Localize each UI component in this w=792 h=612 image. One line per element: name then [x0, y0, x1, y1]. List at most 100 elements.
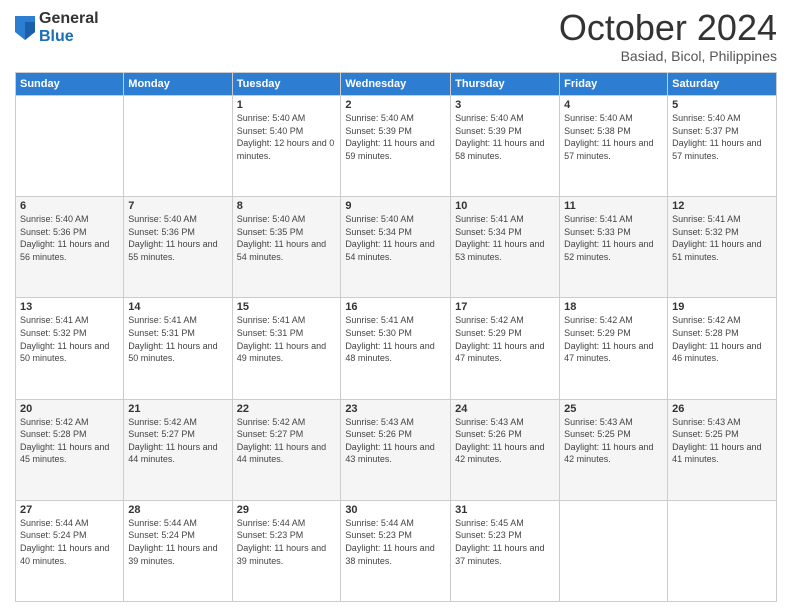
calendar-cell: 17 Sunrise: 5:42 AM Sunset: 5:29 PM Dayl… [451, 298, 560, 399]
day-info: Sunrise: 5:42 AM Sunset: 5:27 PM Dayligh… [237, 416, 337, 466]
sunset-text: Sunset: 5:39 PM [455, 126, 522, 136]
calendar-cell: 23 Sunrise: 5:43 AM Sunset: 5:26 PM Dayl… [341, 399, 451, 500]
sunrise-text: Sunrise: 5:43 AM [455, 417, 524, 427]
day-info: Sunrise: 5:45 AM Sunset: 5:23 PM Dayligh… [455, 517, 555, 567]
sunset-text: Sunset: 5:27 PM [128, 429, 195, 439]
daylight-text: Daylight: 11 hours and 56 minutes. [20, 239, 109, 262]
calendar-cell [124, 96, 232, 197]
day-info: Sunrise: 5:40 AM Sunset: 5:34 PM Dayligh… [345, 213, 446, 263]
month-title: October 2024 [559, 10, 777, 46]
day-info: Sunrise: 5:41 AM Sunset: 5:34 PM Dayligh… [455, 213, 555, 263]
day-info: Sunrise: 5:40 AM Sunset: 5:40 PM Dayligh… [237, 112, 337, 162]
day-info: Sunrise: 5:40 AM Sunset: 5:36 PM Dayligh… [128, 213, 227, 263]
day-number: 18 [564, 301, 663, 313]
sunrise-text: Sunrise: 5:41 AM [20, 315, 89, 325]
day-info: Sunrise: 5:42 AM Sunset: 5:29 PM Dayligh… [455, 314, 555, 364]
sunset-text: Sunset: 5:28 PM [20, 429, 87, 439]
daylight-text: Daylight: 11 hours and 38 minutes. [345, 543, 434, 566]
day-number: 10 [455, 200, 555, 212]
calendar-cell: 6 Sunrise: 5:40 AM Sunset: 5:36 PM Dayli… [16, 197, 124, 298]
calendar-cell: 13 Sunrise: 5:41 AM Sunset: 5:32 PM Dayl… [16, 298, 124, 399]
day-number: 19 [672, 301, 772, 313]
daylight-text: Daylight: 11 hours and 41 minutes. [672, 442, 761, 465]
day-number: 14 [128, 301, 227, 313]
sunrise-text: Sunrise: 5:43 AM [564, 417, 633, 427]
calendar-week-2: 6 Sunrise: 5:40 AM Sunset: 5:36 PM Dayli… [16, 197, 777, 298]
calendar-cell [668, 500, 777, 601]
day-info: Sunrise: 5:43 AM Sunset: 5:25 PM Dayligh… [672, 416, 772, 466]
sunrise-text: Sunrise: 5:41 AM [128, 315, 197, 325]
day-number: 26 [672, 403, 772, 415]
day-number: 6 [20, 200, 119, 212]
day-info: Sunrise: 5:42 AM Sunset: 5:28 PM Dayligh… [20, 416, 119, 466]
day-info: Sunrise: 5:40 AM Sunset: 5:35 PM Dayligh… [237, 213, 337, 263]
day-number: 31 [455, 504, 555, 516]
calendar-cell: 30 Sunrise: 5:44 AM Sunset: 5:23 PM Dayl… [341, 500, 451, 601]
day-info: Sunrise: 5:42 AM Sunset: 5:28 PM Dayligh… [672, 314, 772, 364]
calendar-cell: 16 Sunrise: 5:41 AM Sunset: 5:30 PM Dayl… [341, 298, 451, 399]
daylight-text: Daylight: 11 hours and 39 minutes. [128, 543, 217, 566]
logo-blue-text: Blue [39, 28, 99, 46]
sunrise-text: Sunrise: 5:40 AM [237, 214, 306, 224]
sunset-text: Sunset: 5:32 PM [672, 227, 739, 237]
calendar-week-5: 27 Sunrise: 5:44 AM Sunset: 5:24 PM Dayl… [16, 500, 777, 601]
day-info: Sunrise: 5:42 AM Sunset: 5:29 PM Dayligh… [564, 314, 663, 364]
sunrise-text: Sunrise: 5:42 AM [672, 315, 741, 325]
calendar-cell: 2 Sunrise: 5:40 AM Sunset: 5:39 PM Dayli… [341, 96, 451, 197]
calendar-cell: 24 Sunrise: 5:43 AM Sunset: 5:26 PM Dayl… [451, 399, 560, 500]
calendar-cell: 14 Sunrise: 5:41 AM Sunset: 5:31 PM Dayl… [124, 298, 232, 399]
day-info: Sunrise: 5:41 AM Sunset: 5:32 PM Dayligh… [672, 213, 772, 263]
day-number: 20 [20, 403, 119, 415]
sunrise-text: Sunrise: 5:40 AM [455, 113, 524, 123]
sunset-text: Sunset: 5:36 PM [20, 227, 87, 237]
sunrise-text: Sunrise: 5:42 AM [455, 315, 524, 325]
sunset-text: Sunset: 5:29 PM [564, 328, 631, 338]
day-number: 21 [128, 403, 227, 415]
sunrise-text: Sunrise: 5:40 AM [672, 113, 741, 123]
day-info: Sunrise: 5:40 AM Sunset: 5:39 PM Dayligh… [455, 112, 555, 162]
daylight-text: Daylight: 12 hours and 0 minutes. [237, 138, 335, 161]
sunrise-text: Sunrise: 5:41 AM [237, 315, 306, 325]
calendar: Sunday Monday Tuesday Wednesday Thursday… [15, 72, 777, 602]
day-info: Sunrise: 5:40 AM Sunset: 5:36 PM Dayligh… [20, 213, 119, 263]
logo-text: General Blue [39, 10, 99, 45]
day-number: 7 [128, 200, 227, 212]
day-info: Sunrise: 5:44 AM Sunset: 5:24 PM Dayligh… [20, 517, 119, 567]
day-number: 30 [345, 504, 446, 516]
day-number: 29 [237, 504, 337, 516]
daylight-text: Daylight: 11 hours and 42 minutes. [564, 442, 653, 465]
day-info: Sunrise: 5:44 AM Sunset: 5:23 PM Dayligh… [345, 517, 446, 567]
sunrise-text: Sunrise: 5:41 AM [564, 214, 633, 224]
header-wednesday: Wednesday [341, 73, 451, 96]
calendar-cell: 28 Sunrise: 5:44 AM Sunset: 5:24 PM Dayl… [124, 500, 232, 601]
daylight-text: Daylight: 11 hours and 48 minutes. [345, 341, 434, 364]
sunrise-text: Sunrise: 5:41 AM [672, 214, 741, 224]
calendar-cell: 20 Sunrise: 5:42 AM Sunset: 5:28 PM Dayl… [16, 399, 124, 500]
sunset-text: Sunset: 5:29 PM [455, 328, 522, 338]
header-monday: Monday [124, 73, 232, 96]
sunrise-text: Sunrise: 5:40 AM [128, 214, 197, 224]
sunset-text: Sunset: 5:25 PM [672, 429, 739, 439]
day-number: 2 [345, 99, 446, 111]
daylight-text: Daylight: 11 hours and 51 minutes. [672, 239, 761, 262]
daylight-text: Daylight: 11 hours and 47 minutes. [455, 341, 544, 364]
sunset-text: Sunset: 5:27 PM [237, 429, 304, 439]
title-area: October 2024 Basiad, Bicol, Philippines [559, 10, 777, 64]
calendar-week-1: 1 Sunrise: 5:40 AM Sunset: 5:40 PM Dayli… [16, 96, 777, 197]
sunset-text: Sunset: 5:39 PM [345, 126, 412, 136]
sunrise-text: Sunrise: 5:44 AM [128, 518, 197, 528]
sunset-text: Sunset: 5:32 PM [20, 328, 87, 338]
day-info: Sunrise: 5:41 AM Sunset: 5:32 PM Dayligh… [20, 314, 119, 364]
sunrise-text: Sunrise: 5:41 AM [455, 214, 524, 224]
daylight-text: Daylight: 11 hours and 45 minutes. [20, 442, 109, 465]
weekday-header-row: Sunday Monday Tuesday Wednesday Thursday… [16, 73, 777, 96]
calendar-cell: 31 Sunrise: 5:45 AM Sunset: 5:23 PM Dayl… [451, 500, 560, 601]
daylight-text: Daylight: 11 hours and 54 minutes. [237, 239, 326, 262]
sunset-text: Sunset: 5:34 PM [345, 227, 412, 237]
day-number: 8 [237, 200, 337, 212]
calendar-cell: 8 Sunrise: 5:40 AM Sunset: 5:35 PM Dayli… [232, 197, 341, 298]
sunset-text: Sunset: 5:35 PM [237, 227, 304, 237]
calendar-cell: 12 Sunrise: 5:41 AM Sunset: 5:32 PM Dayl… [668, 197, 777, 298]
day-number: 9 [345, 200, 446, 212]
daylight-text: Daylight: 11 hours and 57 minutes. [672, 138, 761, 161]
